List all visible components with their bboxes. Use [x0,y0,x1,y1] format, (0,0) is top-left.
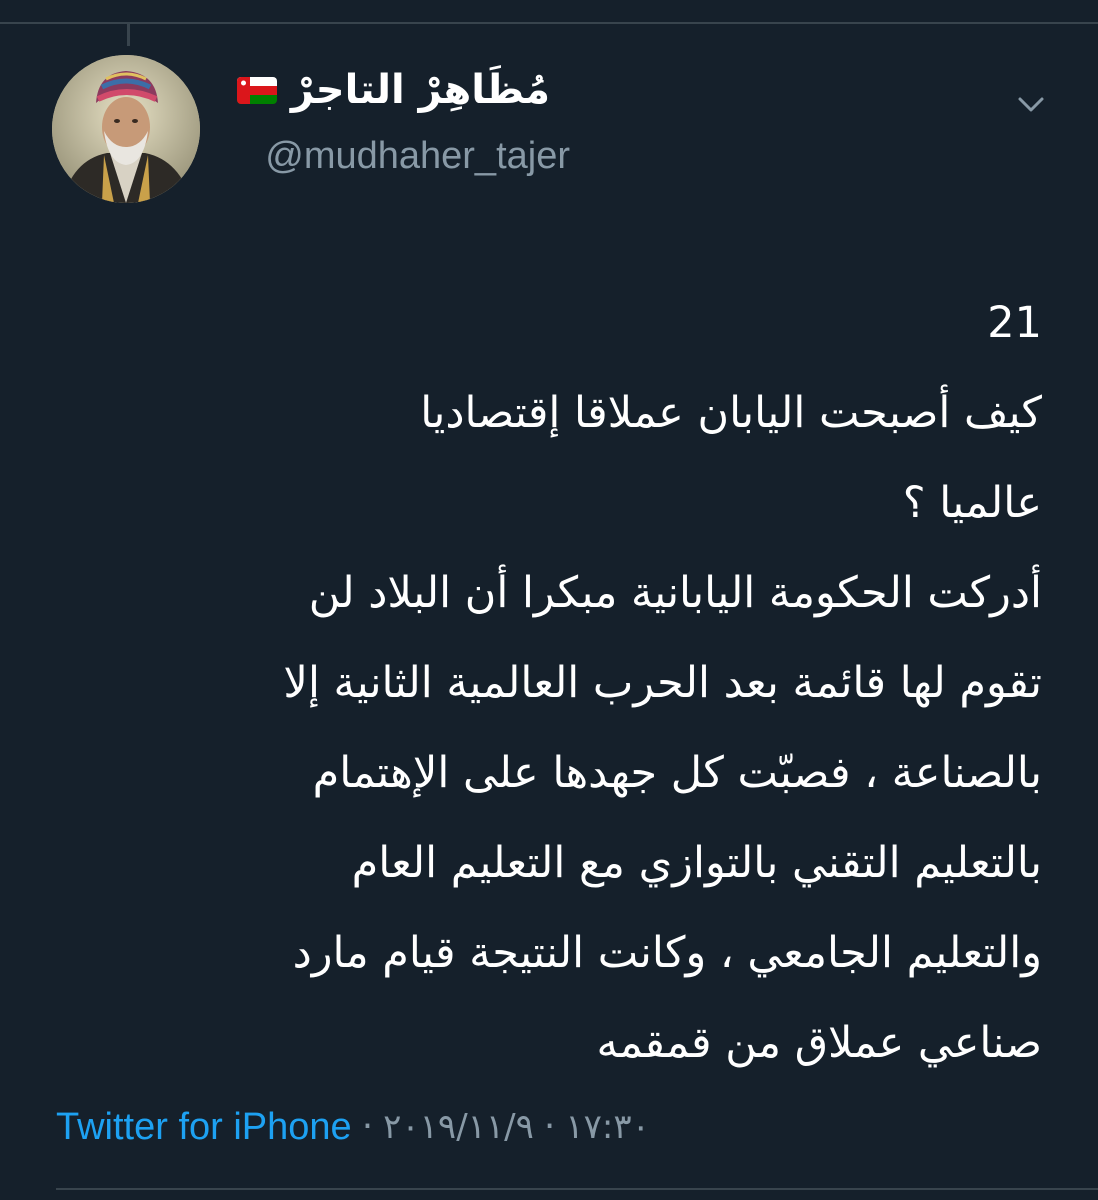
source-link[interactable]: Twitter for iPhone [56,1108,352,1146]
bottom-divider [56,1188,1098,1190]
tweet-time[interactable]: ١٧:٣٠ [565,1110,650,1144]
tweet-line: بالتعليم التقني بالتوازي مع التعليم العا… [351,838,1042,888]
top-divider [0,22,1098,24]
avatar-portrait-image [52,55,200,203]
thread-connector-line [127,24,130,46]
tweet-line: بالصناعة ، فصبّت كل جهدها على الإهتمام [312,748,1042,798]
display-name-row[interactable]: مُظَاهِرْ التاجرْ [236,67,550,113]
chevron-down-icon[interactable] [1014,88,1048,122]
tweet-line: صناعي عملاق من قمقمه [596,1018,1042,1068]
tweet-meta: Twitter for iPhone · ٢٠١٩/١١/٩ · ١٧:٣٠ [56,1108,650,1146]
display-name: مُظَاهِرْ التاجرْ [290,67,550,113]
meta-separator: · [361,1106,374,1147]
thread-number: 21 [987,298,1042,348]
tweet-line: عالميا ؟ [902,478,1042,528]
tweet-text: 21 كيف أصبحت اليابان عملاقا إقتصاديا عال… [52,278,1042,1088]
meta-separator: · [543,1106,556,1147]
tweet-line: والتعليم الجامعي ، وكانت النتيجة قيام ما… [292,928,1042,978]
user-handle[interactable]: @mudhaher_tajer [265,137,570,175]
oman-flag-icon [236,76,277,104]
tweet-date[interactable]: ٢٠١٩/١١/٩ [383,1110,534,1144]
tweet-line: تقوم لها قائمة بعد الحرب العالمية الثاني… [283,658,1042,708]
tweet-line: أدركت الحكومة اليابانية مبكرا أن البلاد … [308,568,1042,618]
avatar[interactable] [52,55,200,203]
tweet-line: كيف أصبحت اليابان عملاقا إقتصاديا [420,388,1042,438]
